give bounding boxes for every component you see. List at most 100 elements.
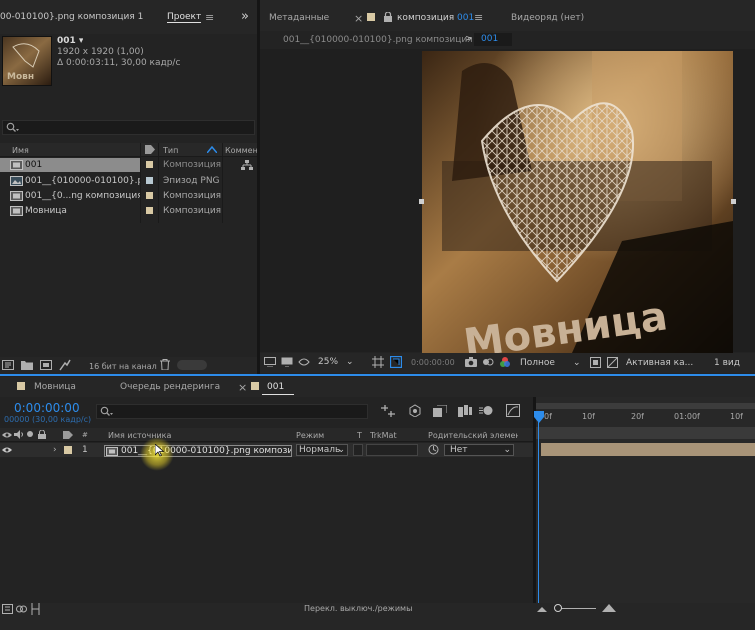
interpret-footage-icon[interactable] [2,360,14,370]
region-of-interest-icon[interactable] [372,356,384,368]
zoom-in-icon[interactable] [602,603,616,612]
preserve-transparency-toggle[interactable] [353,444,363,456]
current-time-display[interactable]: 0:00:00:00 [14,401,80,415]
frame-blending-icon[interactable] [458,405,472,417]
motion-blur-icon[interactable] [479,404,493,417]
snapshot-camera-icon[interactable] [465,357,477,367]
pick-whip-icon[interactable] [428,444,439,455]
render-queue-icon[interactable] [59,359,71,371]
expand-layer-chevron-icon[interactable]: › [53,445,57,455]
always-preview-icon[interactable] [264,357,276,367]
item-color-label[interactable] [146,192,153,199]
search-icon [100,406,114,417]
column-name[interactable]: Имя [12,146,29,155]
timeline-search-input[interactable] [96,404,368,419]
view-layout-select[interactable]: 1 вид [714,358,740,368]
work-area-bar[interactable] [536,403,755,409]
item-color-label[interactable] [146,177,153,184]
composition-mini-flowchart-icon[interactable] [381,405,395,417]
fast-preview-icon[interactable] [590,357,601,368]
close-tab-icon[interactable]: × [238,381,247,394]
item-color-label[interactable] [146,207,153,214]
project-row-png-sequence[interactable]: 001__{010000-010100}.png Эпизод PNG [0,174,257,188]
transparency-grid-icon[interactable] [390,356,402,368]
tab-movnitsa[interactable]: Мовница [34,382,76,392]
breadcrumb-current-comp[interactable]: 001 [474,33,512,46]
zoom-level-select[interactable]: 25% ⌄ [318,357,354,367]
project-search-input[interactable] [2,120,255,135]
color-channel-icon[interactable] [499,356,511,368]
playhead-icon[interactable] [534,411,544,423]
zoom-value: 25% [318,357,339,367]
breadcrumb-parent-comp[interactable]: 001__{010000-010100}.png композиция 1 [283,35,481,45]
new-composition-icon[interactable] [40,360,52,370]
zoom-slider-handle[interactable] [554,604,562,612]
tab-render-queue[interactable]: Очередь рендеринга [120,382,220,392]
active-tab-underline [262,394,294,395]
comp-panel-menu-icon[interactable]: ≡ [474,11,483,24]
draft-3d-icon[interactable] [408,404,422,417]
flowchart-icon[interactable] [241,160,253,170]
layer-switches-icon[interactable] [2,604,13,614]
column-mode[interactable]: Режим [296,431,324,440]
label-column-icon[interactable] [63,431,73,439]
layer-duration-bar[interactable] [541,443,755,456]
column-type[interactable]: Тип [163,146,178,155]
bit-depth-button[interactable]: 16 бит на канал [89,362,157,371]
column-comment[interactable]: Коммен [225,146,257,155]
toggle-switches-modes-button[interactable]: Перекл. выключ./режимы [304,604,412,613]
tab-project[interactable]: Проект [167,12,202,23]
monitor-icon[interactable] [281,357,293,367]
tab-001[interactable]: 001 [267,382,284,392]
graph-editor-icon[interactable] [506,404,520,417]
in-out-stretch-icon[interactable] [30,603,41,615]
transform-handle[interactable] [419,199,424,204]
transfer-controls-icon[interactable] [16,604,27,614]
solo-toggle-icon[interactable] [27,431,33,437]
viewer-timecode[interactable]: 0:00:00:00 [411,358,455,367]
zoom-slider-track[interactable] [556,608,596,609]
panel-menu-icon[interactable]: ≡ [205,11,214,24]
layer-visibility-eye-icon[interactable] [2,446,12,454]
video-toggle-icon[interactable] [2,431,12,439]
trash-icon[interactable] [160,359,170,370]
search-icon [6,122,20,133]
thumb-resolution: 1920 x 1920 (1,00) [57,47,144,57]
sort-arrow-icon[interactable] [207,146,217,153]
blend-mode-select[interactable]: Нормаль ⌄ [296,444,348,456]
new-folder-icon[interactable] [21,360,33,370]
layer-name-field[interactable]: 001__{010000-010100}.png композиция 1 [104,445,292,457]
lock-icon[interactable] [384,12,392,22]
project-row-comp-1[interactable]: 001__{0...ng композиция 1 Композиция [0,189,257,203]
tab-composition[interactable]: композиция 001 [397,13,474,23]
resolution-select[interactable]: Полное ⌄ [520,358,581,368]
work-area-range[interactable] [536,427,755,439]
item-color-label[interactable] [146,161,153,168]
zoom-out-icon[interactable] [537,604,547,612]
tab-footage[interactable]: Видеоряд (нет) [511,13,584,23]
track-matte-select[interactable] [366,444,418,456]
active-camera-select[interactable]: Активная ка... [626,358,710,368]
project-row-movnitsa[interactable]: Мовница Композиция [0,204,257,218]
parent-select[interactable]: Нет ⌄ [444,444,514,456]
shy-layers-icon[interactable] [433,405,447,417]
tab-metadata[interactable]: Метаданные [269,13,329,23]
composition-frame[interactable]: Мовница [422,51,733,353]
audio-toggle-icon[interactable] [14,430,24,439]
label-tag-icon[interactable] [145,145,155,154]
project-row-001[interactable]: 001 Композиция [0,158,257,172]
column-parent[interactable]: Родительский элемент... [428,431,518,440]
thumb-duration: Δ 0:00:03:11, 30,00 кадр/с [57,58,181,68]
close-tab-icon[interactable]: × [354,12,363,25]
mask-visibility-icon[interactable] [298,357,310,367]
column-trkmat[interactable]: TrkMat [370,431,397,440]
lock-column-icon[interactable] [38,430,46,439]
show-snapshot-icon[interactable] [482,356,494,368]
layer-color-label[interactable] [64,446,72,454]
thumbnail-slider[interactable] [177,360,207,370]
view-options-icon[interactable] [607,357,618,368]
transform-handle[interactable] [731,199,736,204]
thumb-name[interactable]: 001 ▾ [57,36,83,46]
expand-panels-icon[interactable]: » [241,9,249,24]
current-time-indicator[interactable] [538,411,539,603]
